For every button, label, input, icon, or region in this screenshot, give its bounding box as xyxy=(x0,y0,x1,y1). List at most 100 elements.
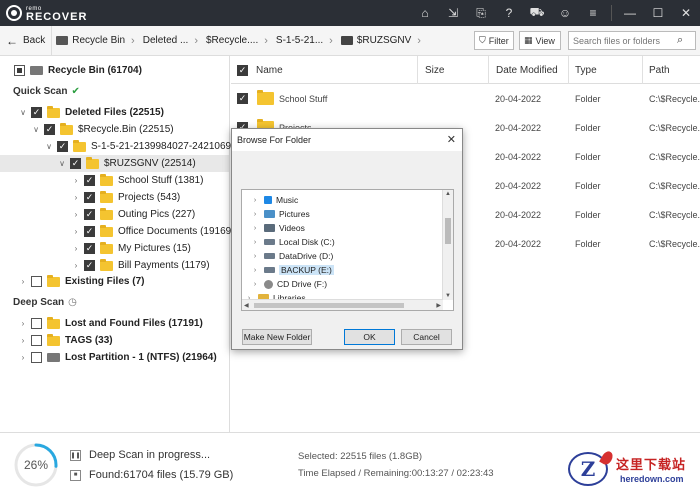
checkbox[interactable]: ✓ xyxy=(84,260,95,271)
scrollbar-thumb[interactable] xyxy=(445,218,451,244)
chevron-right-icon[interactable]: › xyxy=(71,210,81,219)
breadcrumb-recycle-bin[interactable]: Recycle Bin › xyxy=(52,35,138,47)
chevron-right-icon[interactable]: › xyxy=(71,261,81,270)
checkbox[interactable]: ✓ xyxy=(44,124,55,135)
tree-item-lost-partition[interactable]: › Lost Partition - 1 (NTFS) (21964) xyxy=(18,349,217,366)
tree-item-existing-files[interactable]: › Existing Files (7) xyxy=(18,273,144,290)
checkbox[interactable] xyxy=(31,352,42,363)
tree-item-school-stuff[interactable]: › ✓ School Stuff (1381) xyxy=(71,172,203,189)
tree-item-tags[interactable]: › TAGS (33) xyxy=(18,332,113,349)
breadcrumb-deleted[interactable]: Deleted ... › xyxy=(139,35,202,47)
chevron-right-icon[interactable]: › xyxy=(18,277,28,286)
chevron-right-icon[interactable]: › xyxy=(250,225,260,232)
checkbox[interactable]: ✓ xyxy=(84,243,95,254)
chevron-right-icon[interactable]: › xyxy=(71,244,81,253)
row-checkbox[interactable]: ✓ xyxy=(237,93,248,104)
scroll-down-icon[interactable]: ▼ xyxy=(445,293,451,299)
tree-item-deleted-files[interactable]: ∨ ✓ Deleted Files (22515) xyxy=(18,104,164,121)
chevron-down-icon[interactable]: ∨ xyxy=(57,159,67,168)
column-header-date[interactable]: Date Modified xyxy=(489,56,569,84)
tree-item-outing-pics[interactable]: › ✓ Outing Pics (227) xyxy=(71,206,195,223)
checkbox[interactable] xyxy=(14,65,25,76)
column-header-type[interactable]: Type xyxy=(569,56,643,84)
cart-icon[interactable]: ⛟ xyxy=(523,0,551,26)
scroll-up-icon[interactable]: ▲ xyxy=(445,191,451,197)
make-new-folder-button[interactable]: Make New Folder xyxy=(242,329,312,345)
chevron-down-icon[interactable]: ∨ xyxy=(31,125,41,134)
account-icon[interactable]: ☺ xyxy=(551,0,579,26)
save-session-icon[interactable]: ⇲ xyxy=(439,0,467,26)
checkbox[interactable]: ✓ xyxy=(84,192,95,203)
tree-item-my-pictures[interactable]: › ✓ My Pictures (15) xyxy=(71,240,191,257)
back-button[interactable]: ← Back xyxy=(0,26,53,55)
tree-item-recycle-bin[interactable]: Recycle Bin (61704) xyxy=(14,62,142,79)
scroll-right-icon[interactable]: ▶ xyxy=(436,302,441,309)
column-header-name[interactable]: ✓ Name xyxy=(231,56,418,84)
chevron-right-icon[interactable]: › xyxy=(18,353,28,362)
checkbox[interactable]: ✓ xyxy=(84,226,95,237)
column-header-path[interactable]: Path xyxy=(643,56,700,84)
checkbox[interactable]: ✓ xyxy=(57,141,68,152)
ok-button[interactable]: OK xyxy=(344,329,395,345)
breadcrumb-ruzsgnv[interactable]: $RUZSGNV › xyxy=(337,35,425,47)
folder-tree-item-datadrive-d[interactable]: › DataDrive (D:) xyxy=(242,249,442,263)
help-icon[interactable]: ? xyxy=(495,0,523,26)
horizontal-scrollbar[interactable]: ◀ ▶ xyxy=(242,299,443,310)
folder-tree-item-videos[interactable]: › Videos xyxy=(242,221,442,235)
folder-tree-item-backup-e[interactable]: › BACKUP (E:) xyxy=(242,263,442,277)
view-button[interactable]: ▦ View xyxy=(519,31,561,50)
checkbox[interactable]: ✓ xyxy=(31,107,42,118)
home-icon[interactable]: ⌂ xyxy=(411,0,439,26)
close-icon[interactable]: ✕ xyxy=(672,0,700,26)
folder-tree-item-local-disk-c[interactable]: › Local Disk (C:) xyxy=(242,235,442,249)
select-all-checkbox[interactable]: ✓ xyxy=(237,64,248,76)
tree-item-lost-found[interactable]: › Lost and Found Files (17191) xyxy=(18,315,203,332)
chevron-right-icon[interactable]: › xyxy=(71,176,81,185)
pause-icon[interactable]: ❚❚ xyxy=(70,449,81,461)
stop-icon[interactable]: ■ xyxy=(70,469,81,481)
folder-tree-item-music[interactable]: › Music xyxy=(242,193,442,207)
tree-item-bill-payments[interactable]: › ✓ Bill Payments (1179) xyxy=(71,257,210,274)
vertical-scrollbar[interactable]: ▲ ▼ xyxy=(442,190,453,300)
chevron-right-icon[interactable]: › xyxy=(71,227,81,236)
menu-icon[interactable]: ≡ xyxy=(579,0,607,26)
chevron-right-icon[interactable]: › xyxy=(250,281,260,288)
tree-item-ruzsgnv[interactable]: ∨ ✓ $RUZSGNV (22514) xyxy=(0,155,229,172)
breadcrumb-recycle-folder[interactable]: $Recycle.... › xyxy=(202,35,272,47)
minimize-icon[interactable]: — xyxy=(616,0,644,26)
chevron-right-icon[interactable]: › xyxy=(250,197,260,204)
chevron-right-icon[interactable]: › xyxy=(250,267,260,274)
maximize-icon[interactable]: ☐ xyxy=(644,0,672,26)
chevron-down-icon[interactable]: ∨ xyxy=(44,142,54,151)
chevron-right-icon[interactable]: › xyxy=(250,253,260,260)
chevron-right-icon[interactable]: › xyxy=(250,239,260,246)
chevron-right-icon[interactable]: › xyxy=(18,336,28,345)
tree-item-projects[interactable]: › ✓ Projects (543) xyxy=(71,189,180,206)
folder-tree-item-pictures[interactable]: › Pictures xyxy=(242,207,442,221)
checkbox[interactable]: ✓ xyxy=(84,209,95,220)
filter-button[interactable]: ⛉ Filter xyxy=(474,31,514,50)
breadcrumb-sid[interactable]: S-1-5-21... › xyxy=(272,35,337,47)
checkbox[interactable]: ✓ xyxy=(70,158,81,169)
search-input[interactable] xyxy=(569,35,677,46)
chevron-right-icon[interactable]: › xyxy=(71,193,81,202)
chevron-down-icon[interactable]: ∨ xyxy=(18,108,28,117)
search-icon[interactable]: ⌕ xyxy=(677,34,683,47)
table-row[interactable]: ✓ School Stuff 20-04-2022 Folder C:\$Rec… xyxy=(231,84,700,113)
scroll-left-icon[interactable]: ◀ xyxy=(244,302,249,309)
chevron-right-icon[interactable]: › xyxy=(250,211,260,218)
close-icon[interactable]: ✕ xyxy=(447,133,456,146)
chevron-right-icon[interactable]: › xyxy=(18,319,28,328)
checkbox[interactable] xyxy=(31,318,42,329)
checkbox[interactable]: ✓ xyxy=(84,175,95,186)
tree-item-recycle-bin-folder[interactable]: ∨ ✓ $Recycle.Bin (22515) xyxy=(31,121,174,138)
export-icon[interactable]: ⎘ xyxy=(467,0,495,26)
tree-item-sid-folder[interactable]: ∨ ✓ S-1-5-21-2139984027-2421069 xyxy=(44,138,231,155)
cancel-button[interactable]: Cancel xyxy=(401,329,452,345)
scrollbar-thumb[interactable] xyxy=(254,303,404,308)
column-header-size[interactable]: Size xyxy=(418,56,489,84)
checkbox[interactable] xyxy=(31,335,42,346)
folder-tree-item-cd-drive-f[interactable]: › CD Drive (F:) xyxy=(242,277,442,291)
checkbox[interactable] xyxy=(31,276,42,287)
tree-item-office-documents[interactable]: › ✓ Office Documents (19169) xyxy=(71,223,235,240)
